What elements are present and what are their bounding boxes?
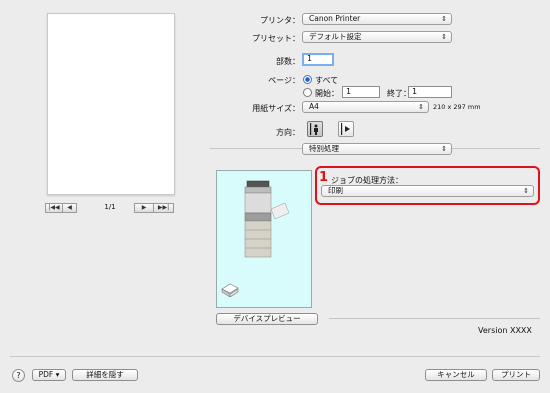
separator-left — [210, 148, 302, 149]
last-page-button[interactable]: ▶▶| — [154, 203, 174, 213]
page-nav-left: |◀◀ ◀ — [45, 203, 77, 213]
help-button[interactable]: ? — [12, 369, 25, 382]
page-counter: 1/1 — [104, 203, 116, 211]
job-method-value: 印刷 — [328, 186, 343, 195]
device-preview-area — [216, 170, 312, 308]
up-down-arrows-icon: ⇕ — [418, 103, 424, 111]
step-number: 1 — [319, 170, 329, 185]
portrait-button[interactable] — [307, 121, 323, 137]
printer-label: プリンタ： — [260, 16, 300, 25]
version-text: Version XXXX — [478, 326, 532, 335]
paper-size-label: 用紙サイズ： — [252, 104, 300, 113]
section-value: 特別処理 — [309, 144, 339, 153]
pages-all-label: すべて — [315, 76, 339, 85]
pages-label: ページ： — [268, 76, 300, 85]
print-button[interactable]: プリント — [492, 369, 540, 381]
section-popup[interactable]: 特別処理 ⇕ — [302, 143, 452, 155]
up-down-arrows-icon: ⇕ — [523, 187, 529, 195]
up-down-arrows-icon: ⇕ — [441, 145, 447, 153]
preset-popup[interactable]: デフォルト設定 ⇕ — [302, 31, 452, 43]
pages-from-label: 開始： — [315, 89, 339, 98]
first-page-button[interactable]: |◀◀ — [45, 203, 63, 213]
orientation-label: 方向： — [276, 128, 300, 137]
pages-from-field[interactable]: 1 — [342, 86, 380, 98]
job-method-popup[interactable]: 印刷 ⇕ — [321, 185, 534, 197]
page-nav-right: ▶ ▶▶| — [134, 203, 174, 213]
landscape-orientation-icon — [341, 123, 350, 135]
portrait-orientation-icon — [310, 123, 318, 135]
pages-all-radio[interactable] — [303, 75, 312, 84]
device-preview-button[interactable]: デバイスプレビュー — [216, 313, 318, 325]
pages-to-field[interactable]: 1 — [408, 86, 452, 98]
footer-separator — [10, 356, 540, 357]
printer-popup[interactable]: Canon Printer ⇕ — [302, 13, 452, 25]
pages-range-radio[interactable] — [303, 88, 312, 97]
preset-value: デフォルト設定 — [309, 32, 362, 41]
preset-label: プリセット： — [252, 34, 300, 43]
prev-page-button[interactable]: ◀ — [63, 203, 77, 213]
next-page-button[interactable]: ▶ — [134, 203, 154, 213]
printer-value: Canon Printer — [309, 14, 361, 23]
pdf-menu-button[interactable]: PDF ▾ — [32, 369, 66, 381]
copies-field[interactable]: 1 — [302, 53, 334, 66]
separator-bottom — [329, 318, 540, 319]
paper-size-popup[interactable]: A4 ⇕ — [302, 101, 429, 113]
landscape-button[interactable] — [338, 121, 354, 137]
cancel-button[interactable]: キャンセル — [425, 369, 487, 381]
page-preview — [47, 13, 175, 195]
paper-size-value: A4 — [309, 102, 319, 111]
paper-dimensions: 210 x 297 mm — [433, 103, 481, 111]
copies-label: 部数： — [276, 57, 300, 66]
up-down-arrows-icon: ⇕ — [441, 15, 447, 23]
separator-right — [452, 148, 540, 149]
hide-details-button[interactable]: 詳細を隠す — [72, 369, 138, 381]
paper-stack-icon — [221, 283, 239, 297]
up-down-arrows-icon: ⇕ — [441, 33, 447, 41]
multifunction-printer-icon — [244, 180, 290, 258]
